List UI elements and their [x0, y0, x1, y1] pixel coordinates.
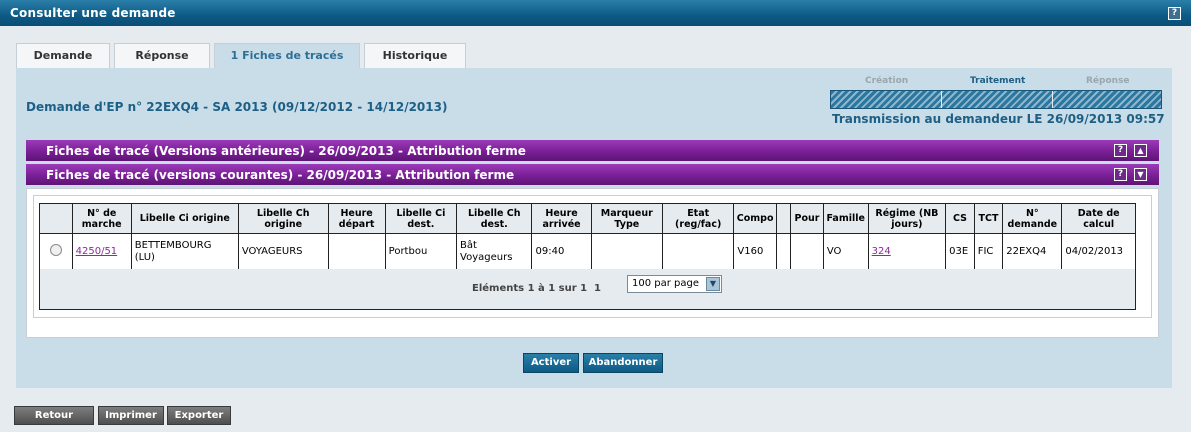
results-box: N° de marche Libelle Ci origine Libelle …	[33, 195, 1152, 318]
cell-heure-arrivee: 09:40	[531, 233, 592, 270]
per-page-select[interactable]: 100 par page ▼	[627, 275, 722, 293]
col-ch-origine[interactable]: Libelle Ch origine	[237, 203, 329, 234]
chevron-down-icon[interactable]: ▼	[706, 277, 720, 291]
cell-ch-dest: Bât Voyageurs	[456, 233, 533, 270]
demand-title: Demande d'EP n° 22EXQ4 - SA 2013 (09/12/…	[26, 100, 448, 114]
cell-heure-depart	[327, 233, 386, 270]
step-traitement: Traitement	[970, 76, 1026, 86]
window-help-button[interactable]: ?	[1168, 7, 1181, 20]
col-etat[interactable]: Etat (reg/fac)	[661, 203, 735, 234]
window-titlebar: Consulter une demande ?	[0, 0, 1191, 26]
row-select-cell[interactable]	[39, 233, 73, 270]
section-title: Fiches de tracé (versions courantes) - 2…	[46, 168, 515, 182]
page-number[interactable]: 1	[594, 283, 601, 294]
imprimer-button[interactable]: Imprimer	[98, 406, 164, 425]
section-help-button[interactable]: ?	[1114, 168, 1127, 181]
pagination-info: Eléments 1 à 1 sur 1	[472, 283, 588, 294]
col-tct[interactable]: TCT	[973, 203, 1004, 234]
col-ch-dest[interactable]: Libelle Ch dest.	[456, 203, 533, 234]
pagination-bar: Eléments 1 à 1 sur 1 1 100 par page ▼	[39, 269, 1136, 310]
exporter-button[interactable]: Exporter	[167, 406, 231, 425]
cell-ci-origine: BETTEMBOURG (LU)	[130, 233, 239, 270]
col-ci-dest[interactable]: Libelle Ci dest.	[384, 203, 458, 234]
col-marqueur[interactable]: Marqueur Type	[590, 203, 664, 234]
section-content: N° de marche Libelle Ci origine Libelle …	[26, 188, 1159, 338]
window-title: Consulter une demande	[10, 6, 176, 20]
table-header-row: N° de marche Libelle Ci origine Libelle …	[39, 203, 1136, 234]
tab-historique[interactable]: Historique	[364, 43, 466, 69]
col-ci-origine[interactable]: Libelle Ci origine	[130, 203, 239, 234]
transmission-status: Transmission au demandeur LE 26/09/2013 …	[832, 112, 1165, 126]
section-header-versions-courantes[interactable]: Fiches de tracé (versions courantes) - 2…	[26, 164, 1159, 185]
cell-marche: 4250/51	[71, 233, 132, 270]
col-heure-depart[interactable]: Heure départ	[327, 203, 386, 234]
step-creation: Création	[865, 76, 909, 86]
cell-pour	[790, 233, 824, 270]
main-panel: Demande d'EP n° 22EXQ4 - SA 2013 (09/12/…	[16, 68, 1172, 388]
cell-etat	[661, 233, 735, 270]
cell-date-calcul: 04/02/2013	[1061, 233, 1136, 270]
cell-famille: VO	[822, 233, 869, 270]
expand-down-icon[interactable]: ▼	[1134, 168, 1147, 181]
section-title: Fiches de tracé (Versions antérieures) -…	[46, 144, 526, 158]
section-header-versions-anterieures[interactable]: Fiches de tracé (Versions antérieures) -…	[26, 140, 1159, 161]
cell-blank	[775, 233, 792, 270]
per-page-value: 100 par page	[632, 278, 700, 289]
col-demande[interactable]: N° demande	[1002, 203, 1063, 234]
progress-steps: Création Traitement Réponse	[830, 76, 1162, 109]
cell-regime: 324	[867, 233, 947, 270]
col-famille[interactable]: Famille	[822, 203, 869, 234]
cell-demande: 22EXQ4	[1002, 233, 1063, 270]
tab-reponse[interactable]: Réponse	[114, 43, 210, 69]
section-help-button[interactable]: ?	[1114, 144, 1127, 157]
col-select	[39, 203, 73, 234]
tab-demande[interactable]: Demande	[16, 43, 110, 69]
abandonner-button[interactable]: Abandonner	[583, 353, 663, 373]
cell-cs: 03E	[945, 233, 975, 270]
row-radio-button[interactable]	[49, 243, 62, 256]
fiches-table: N° de marche Libelle Ci origine Libelle …	[39, 203, 1136, 270]
retour-button[interactable]: Retour	[14, 406, 94, 425]
cell-ci-dest: Portbou	[384, 233, 458, 270]
regime-link[interactable]: 324	[872, 246, 891, 257]
tab-fiches-de-traces[interactable]: 1 Fiches de tracés	[214, 43, 360, 70]
col-marche[interactable]: N° de marche	[71, 203, 132, 234]
marche-link[interactable]: 4250/51	[76, 246, 118, 257]
col-pour[interactable]: Pour	[790, 203, 824, 234]
col-cs[interactable]: CS	[945, 203, 975, 234]
cell-tct: FIC	[973, 233, 1004, 270]
col-date-calcul[interactable]: Date de calcul	[1061, 203, 1136, 234]
activer-button[interactable]: Activer	[523, 353, 579, 373]
cell-compo: V160	[733, 233, 777, 270]
step-reponse: Réponse	[1086, 76, 1130, 86]
table-row: 4250/51 BETTEMBOURG (LU) VOYAGEURS Portb…	[39, 233, 1136, 270]
col-compo[interactable]: Compo	[733, 203, 777, 234]
col-heure-arrivee[interactable]: Heure arrivée	[531, 203, 592, 234]
col-blank	[775, 203, 792, 234]
collapse-up-icon[interactable]: ▲	[1134, 144, 1147, 157]
cell-marqueur	[590, 233, 664, 270]
cell-ch-origine: VOYAGEURS	[237, 233, 329, 270]
progress-bar	[830, 90, 1162, 109]
col-regime[interactable]: Régime (NB jours)	[867, 203, 947, 234]
